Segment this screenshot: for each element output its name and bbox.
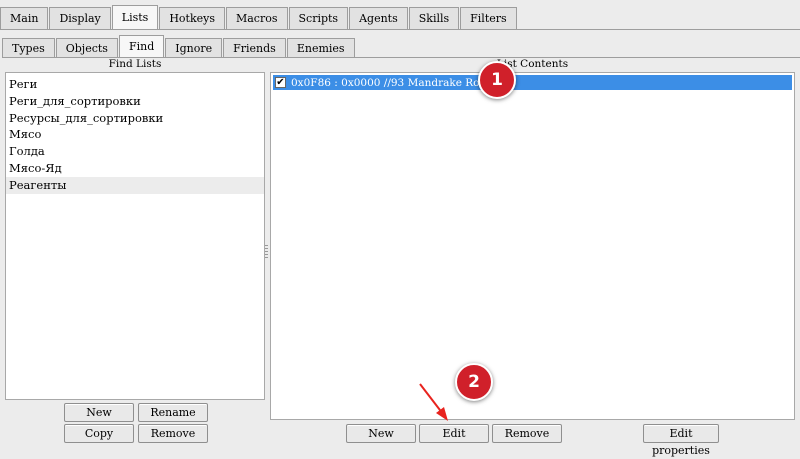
row-checkbox[interactable]: ✔: [275, 77, 286, 88]
tab-lists[interactable]: Lists: [111, 5, 159, 29]
list-item[interactable]: Мясо-Яд: [6, 160, 264, 177]
tab-types[interactable]: Types: [2, 38, 55, 57]
tab-skills[interactable]: Skills: [408, 7, 460, 29]
content-edit-properties-button[interactable]: Edit properties: [643, 424, 719, 457]
content-remove-button[interactable]: Remove: [492, 424, 562, 443]
lists-sub-tab-bar: Types Objects Find Ignore Friends Enemie…: [2, 35, 800, 58]
tab-main[interactable]: Main: [0, 7, 49, 29]
annotation-badge-1: 1: [478, 61, 516, 99]
find-list-copy-button[interactable]: Copy: [64, 424, 134, 443]
find-lists-header: Find Lists: [108, 58, 162, 70]
list-item[interactable]: Реги_для_сортировки: [6, 93, 264, 110]
tab-objects[interactable]: Objects: [55, 38, 118, 57]
content-new-button[interactable]: New: [346, 424, 416, 443]
row-text: 0x0F86 : 0x0000 //93 Mandrake Root: [291, 76, 491, 89]
tab-scripts[interactable]: Scripts: [288, 7, 349, 29]
tab-friends[interactable]: Friends: [223, 38, 286, 57]
content-edit-button[interactable]: Edit: [419, 424, 489, 443]
annotation-badge-2: 2: [455, 363, 493, 401]
tab-filters[interactable]: Filters: [460, 7, 517, 29]
pane-splitter-handle[interactable]: [265, 245, 268, 259]
list-item[interactable]: Мясо: [6, 126, 264, 143]
find-lists-listbox[interactable]: Реги Реги_для_сортировки Ресурсы_для_сор…: [5, 72, 265, 400]
list-item[interactable]: Ресурсы_для_сортировки: [6, 110, 264, 127]
list-item-selected[interactable]: Реагенты: [6, 176, 264, 194]
main-tab-bar: Main Display Lists Hotkeys Macros Script…: [0, 5, 800, 30]
list-contents-listbox[interactable]: ✔ 0x0F86 : 0x0000 //93 Mandrake Root: [270, 72, 795, 420]
tab-display[interactable]: Display: [49, 7, 111, 29]
list-contents-row[interactable]: ✔ 0x0F86 : 0x0000 //93 Mandrake Root: [273, 75, 792, 90]
list-contents-header: List Contents: [496, 58, 569, 70]
find-list-new-button[interactable]: New: [64, 403, 134, 422]
list-item[interactable]: Голда: [6, 143, 264, 160]
tab-hotkeys[interactable]: Hotkeys: [159, 7, 225, 29]
find-list-remove-button[interactable]: Remove: [138, 424, 208, 443]
list-item[interactable]: Реги: [6, 76, 264, 93]
find-list-rename-button[interactable]: Rename: [138, 403, 208, 422]
tab-find[interactable]: Find: [118, 35, 165, 57]
tab-agents[interactable]: Agents: [349, 7, 408, 29]
tab-enemies[interactable]: Enemies: [286, 38, 355, 57]
tab-ignore[interactable]: Ignore: [165, 38, 223, 57]
tab-macros[interactable]: Macros: [225, 7, 288, 29]
